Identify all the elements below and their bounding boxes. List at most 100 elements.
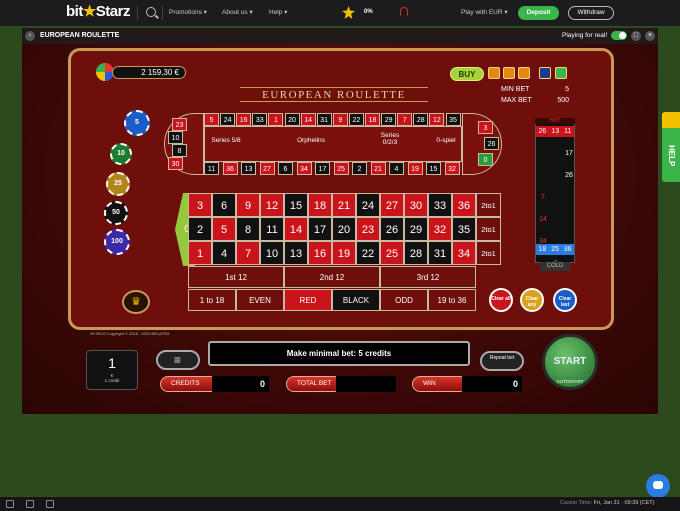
bet-black[interactable]: BLACK xyxy=(332,289,380,311)
bet-number[interactable]: 36 xyxy=(452,193,476,217)
bet-number[interactable]: 32 xyxy=(428,217,452,241)
bet-number[interactable]: 4 xyxy=(212,241,236,265)
site-logo[interactable]: bit★StarzDREAM BIG. WIN BIGGER xyxy=(66,0,130,32)
currency-select[interactable]: Play with EUR ▾ xyxy=(461,8,508,16)
bet-odd[interactable]: ODD xyxy=(380,289,428,311)
racetrack-number[interactable]: 18 xyxy=(365,113,380,126)
chip-10[interactable]: 10 xyxy=(110,143,132,165)
help-lightbulb-icon[interactable] xyxy=(662,112,680,128)
bet-number[interactable]: 22 xyxy=(356,241,380,265)
racetrack-number[interactable]: 35 xyxy=(445,113,461,126)
chat-icon[interactable] xyxy=(646,474,670,498)
bet-number[interactable]: 35 xyxy=(452,217,476,241)
autostart-label[interactable]: AUTOSTART xyxy=(548,379,592,384)
racetrack-number[interactable]: 25 xyxy=(333,162,349,175)
bet-number[interactable]: 18 xyxy=(308,193,332,217)
racetrack-number[interactable]: 14 xyxy=(300,113,316,126)
racetrack-number[interactable]: 3 xyxy=(478,121,493,134)
racetrack-number[interactable]: 21 xyxy=(370,162,386,175)
bet-number[interactable]: 17 xyxy=(308,217,332,241)
chip-100[interactable]: 100 xyxy=(104,229,130,255)
notification-bell-icon[interactable] xyxy=(400,7,408,16)
bet-number[interactable]: 3 xyxy=(188,193,212,217)
clear-all-button[interactable]: Clear all xyxy=(489,288,513,312)
racetrack-number[interactable]: 9 xyxy=(332,113,348,126)
nav-promotions[interactable]: Promotions ▾ xyxy=(169,8,207,16)
nav-about-us[interactable]: About us ▾ xyxy=(222,8,253,16)
bet-dozen-3[interactable]: 3rd 12 xyxy=(380,266,476,288)
racetrack-number[interactable]: 32 xyxy=(444,162,460,175)
racetrack-number[interactable]: 10 xyxy=(168,131,183,144)
bet-number[interactable]: 2 xyxy=(188,217,212,241)
racetrack-number[interactable]: 16 xyxy=(236,113,252,126)
bet-number[interactable]: 7 xyxy=(236,241,260,265)
bet-number[interactable]: 23 xyxy=(356,217,380,241)
racetrack-number[interactable]: 0 xyxy=(478,153,493,166)
bet-number[interactable]: 16 xyxy=(308,241,332,265)
sound-icon[interactable] xyxy=(503,67,515,79)
home-icon[interactable] xyxy=(488,67,500,79)
racetrack-number[interactable]: 1 xyxy=(268,113,284,126)
bet-number[interactable]: 30 xyxy=(404,193,428,217)
bet-column-3[interactable]: 2to1 xyxy=(476,241,501,265)
racetrack-number[interactable]: 17 xyxy=(315,162,330,175)
bet-number[interactable]: 25 xyxy=(380,241,404,265)
search-icon[interactable] xyxy=(146,7,156,17)
racetrack-number[interactable]: 2 xyxy=(352,162,367,175)
menu-button[interactable] xyxy=(156,350,200,370)
bet-number[interactable]: 13 xyxy=(284,241,308,265)
bet-column-1[interactable]: 2to1 xyxy=(476,193,501,217)
bet-number[interactable]: 26 xyxy=(380,217,404,241)
racetrack-number[interactable]: 33 xyxy=(252,113,268,126)
document-icon[interactable] xyxy=(26,500,34,508)
crown-icon[interactable]: ♛ xyxy=(122,290,150,314)
bet-orphelins[interactable]: Orphelins xyxy=(276,137,346,144)
bet-even[interactable]: EVEN xyxy=(236,289,284,311)
bet-number[interactable]: 34 xyxy=(452,241,476,265)
bet-dozen-1[interactable]: 1st 12 xyxy=(188,266,284,288)
bet-number[interactable]: 14 xyxy=(284,217,308,241)
racetrack-number[interactable]: 24 xyxy=(220,113,236,126)
info-icon[interactable] xyxy=(518,67,530,79)
bet-number[interactable]: 20 xyxy=(332,217,356,241)
bet-number[interactable]: 15 xyxy=(284,193,308,217)
bet-per-chip-display[interactable]: 1 € 1 credit xyxy=(86,350,138,390)
bet-number[interactable]: 8 xyxy=(236,217,260,241)
repeat-bet-button[interactable]: Repeat bet xyxy=(480,351,524,371)
bet-number[interactable]: 33 xyxy=(428,193,452,217)
print-icon[interactable] xyxy=(6,500,14,508)
racetrack-number[interactable]: 6 xyxy=(278,162,293,175)
bet-number[interactable]: 31 xyxy=(428,241,452,265)
racetrack-number[interactable]: 28 xyxy=(413,113,429,126)
bet-number[interactable]: 9 xyxy=(236,193,260,217)
settings-icon[interactable] xyxy=(555,67,567,79)
chip-5[interactable]: 5 xyxy=(124,110,150,136)
close-icon[interactable]: × xyxy=(645,31,655,41)
bet-column-2[interactable]: 2to1 xyxy=(476,217,501,241)
racetrack-number[interactable]: 26 xyxy=(484,137,499,150)
bet-number[interactable]: 12 xyxy=(260,193,284,217)
racetrack-number[interactable]: 7 xyxy=(397,113,413,126)
bet-number[interactable]: 29 xyxy=(404,217,428,241)
bet-number[interactable]: 27 xyxy=(380,193,404,217)
language-flag-icon[interactable] xyxy=(539,67,551,79)
bet-number[interactable]: 19 xyxy=(332,241,356,265)
racetrack-number[interactable]: 34 xyxy=(296,162,312,175)
racetrack-number[interactable]: 22 xyxy=(348,113,364,126)
bet-19-to-36[interactable]: 19 to 36 xyxy=(428,289,476,311)
bet-number[interactable]: 5 xyxy=(212,217,236,241)
racetrack-number[interactable]: 8 xyxy=(172,144,187,157)
bet-number[interactable]: 11 xyxy=(260,217,284,241)
bet-number[interactable]: 1 xyxy=(188,241,212,265)
bet-number[interactable]: 10 xyxy=(260,241,284,265)
racetrack-number[interactable]: 15 xyxy=(426,162,441,175)
buy-button[interactable]: BUY xyxy=(450,67,484,81)
clear-last-button[interactable]: Clear last xyxy=(553,288,577,312)
bet-1-to-18[interactable]: 1 to 18 xyxy=(188,289,236,311)
back-icon[interactable]: ‹ xyxy=(25,31,35,41)
racetrack-number[interactable]: 20 xyxy=(284,113,300,126)
racetrack-number[interactable]: 36 xyxy=(222,162,238,175)
bet-number[interactable]: 28 xyxy=(404,241,428,265)
chip-50[interactable]: 50 xyxy=(104,201,128,225)
bet-number[interactable]: 6 xyxy=(212,193,236,217)
